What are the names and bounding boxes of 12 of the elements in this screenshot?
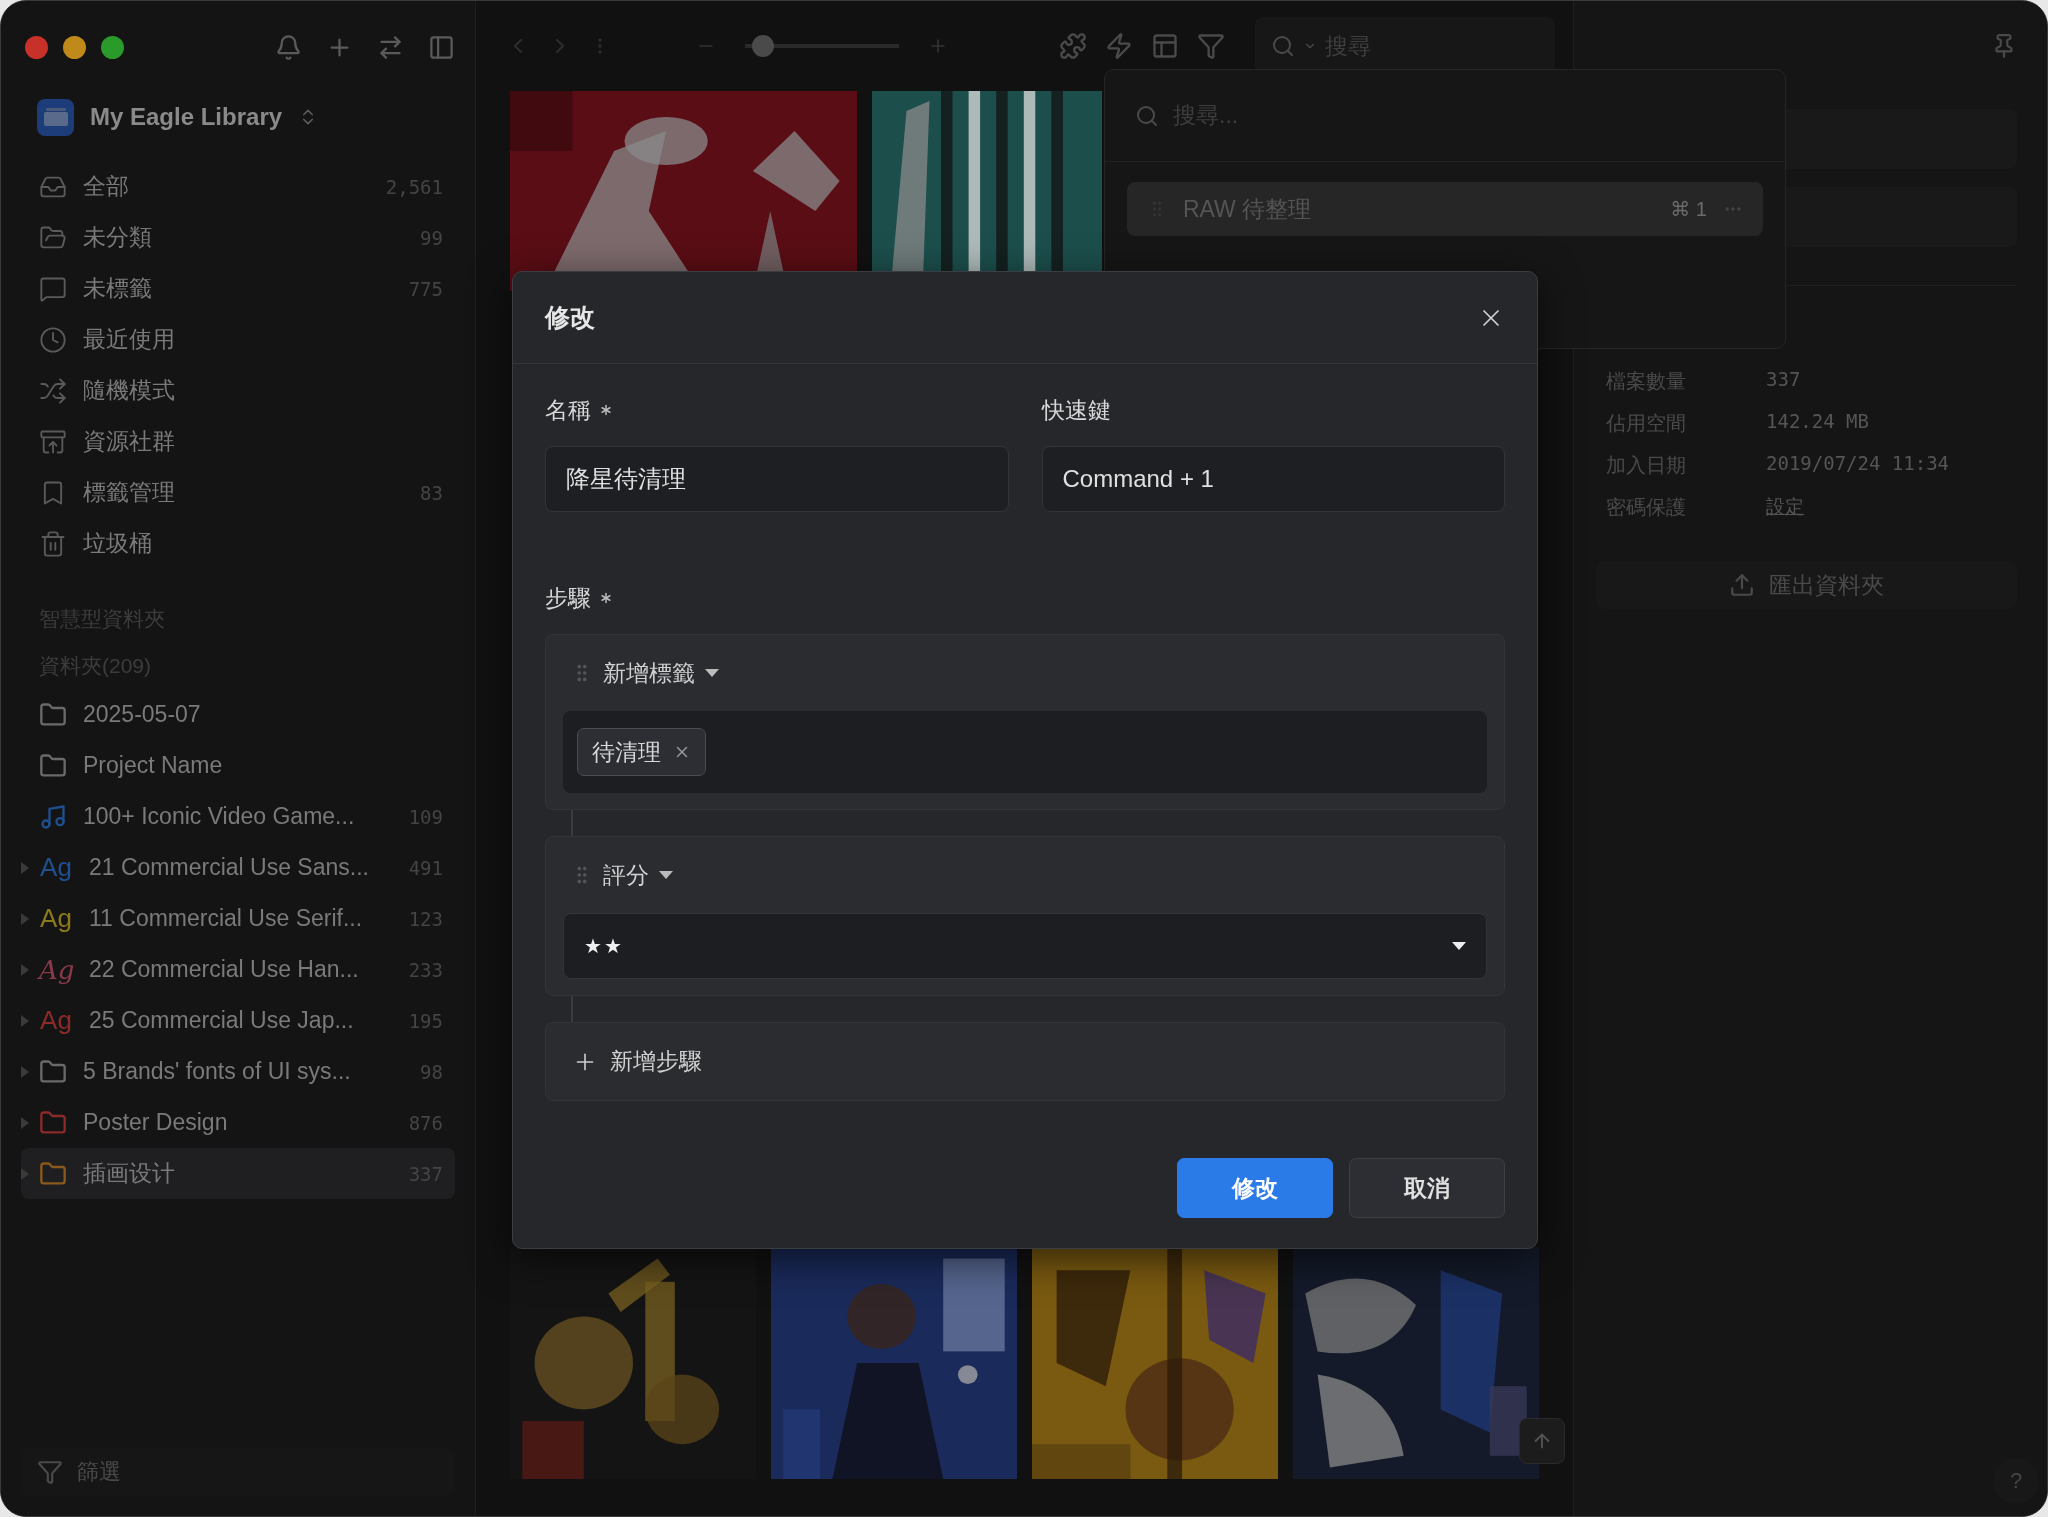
shortcut-label: ⌘ 1 (1670, 197, 1707, 221)
info-value: 2019/07/24 11:34 (1766, 452, 1951, 476)
font-icon: Ag (39, 852, 73, 883)
info-value: 142.24 MB (1766, 410, 1870, 434)
font-icon: Ag (39, 1005, 73, 1036)
field-label: 名稱 (545, 395, 591, 425)
font-icon: Ag (39, 903, 73, 934)
field-label: 步驟 (545, 583, 591, 613)
field-label: 快速鍵 (1041, 395, 1111, 425)
info-value: 337 (1766, 368, 1802, 392)
font-icon: Ag (39, 954, 73, 985)
dialog-title: 修改 (545, 302, 595, 333)
